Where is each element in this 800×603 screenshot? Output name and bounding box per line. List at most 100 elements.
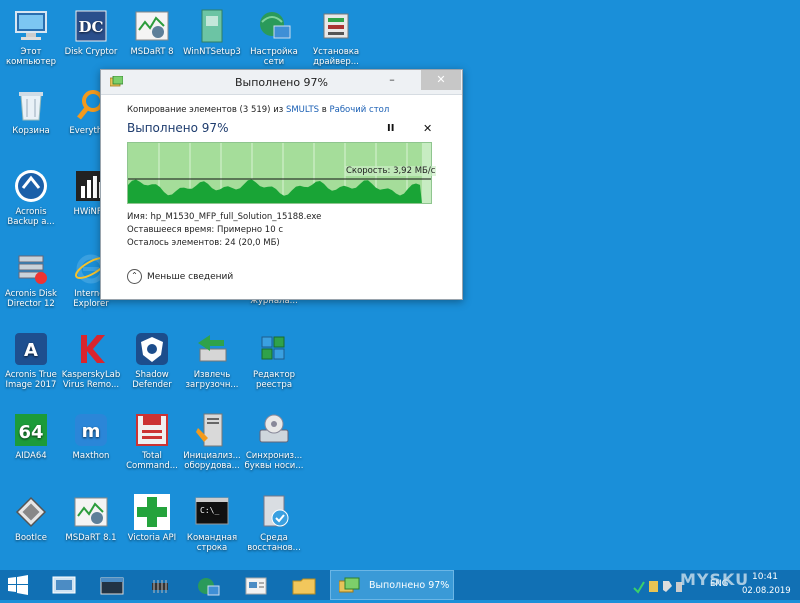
desktop-icon-extract-boot[interactable]: Извлечь загрузочн... [181,331,243,390]
desktop-icon-diskcryptor[interactable]: DC Disk Cryptor [60,8,122,57]
network-globe-icon [256,8,292,44]
desktop-icon-label: Среда восстанов... [247,533,301,553]
desktop-icon-sync-drive-letters[interactable]: Синхрониз... буквы носи... [243,412,305,471]
taskbar-app-1[interactable] [44,572,84,599]
desktop-icon-bootice[interactable]: BootIce [0,494,62,543]
desktop-icon-label: MSDaRT 8.1 [65,533,117,543]
taskbar-app-4[interactable] [188,572,228,599]
stop-button[interactable]: ✕ [423,122,432,135]
desktop-icon-network-settings[interactable]: Настройка сети [243,8,305,67]
document-app-icon [245,577,267,594]
taskbar-app-6[interactable] [284,572,324,599]
disk-director-icon [13,250,49,286]
source-link[interactable]: SMULTS [286,105,319,115]
desktop-icon-label: Установка драйвер... [312,47,360,67]
desktop-icon-acronis-true-image[interactable]: A Acronis True Image 2017 [0,331,62,390]
desktop-icon-shadow-defender[interactable]: Shadow Defender [121,331,183,390]
chip-icon [152,579,168,593]
desktop-icon-acronis-backup[interactable]: Acronis Backup a... [0,168,62,227]
desktop-icon-label: Редактор реестра [252,370,296,390]
desktop-icon-msdart8[interactable]: MSDaRT 8 [121,8,183,57]
monitor-app-icon [52,576,76,593]
pause-button[interactable]: II [387,123,394,134]
desktop-icon-label: Shadow Defender [132,370,172,390]
desktop-icon-recovery-env[interactable]: Среда восстанов... [243,494,305,553]
desktop-icon-init-hardware[interactable]: Инициализ... оборудова... [181,412,243,471]
taskbar-app-3[interactable] [140,572,180,599]
shadow-defender-icon [134,331,170,367]
desktop-icon-aida64[interactable]: 64 AIDA64 [0,412,62,461]
less-details-label: Меньше сведений [147,271,234,282]
desktop-icon-label: Настройка сети [250,47,298,67]
time-label: Оставшееся время: [127,225,215,235]
msdart-icon [134,8,170,44]
desktop-icon-label: Инициализ... оборудова... [183,451,241,471]
desktop-icon-kaspersky[interactable]: KasperskyLab Virus Remo... [60,331,122,390]
command-prompt-icon: C:\_ [194,494,230,530]
speed-label: Скорость: 3,92 МБ/с [345,166,437,176]
info-name-row: Имя: hp_M1530_MFP_full_Solution_15188.ex… [127,212,321,222]
desktop-icon-regedit[interactable]: Редактор реестра [243,331,305,390]
less-details-button[interactable]: ⌃ Меньше сведений [127,269,233,284]
desktop-icon-label: Acronis True Image 2017 [5,370,57,390]
watermark: MYSKU [680,570,750,589]
desktop-icon-label: AIDA64 [15,451,47,461]
dialog-titlebar[interactable]: Выполнено 97% – ✕ [101,70,462,95]
taskbar-app-5[interactable] [236,572,276,599]
bootice-icon [13,494,49,530]
taskbar-app-2[interactable] [92,572,132,599]
tray-icons [632,570,684,600]
windows-logo-icon [8,575,28,595]
desktop-icon-label: Acronis Disk Director 12 [5,289,57,309]
desktop-icon-label: Синхрониз... буквы носи... [244,451,304,471]
time-value: Примерно 10 с [217,225,283,235]
desktop-icon-recycle-bin[interactable]: Корзина [0,87,62,136]
recovery-environment-icon [256,494,292,530]
minimize-button[interactable]: – [379,70,405,90]
chevron-up-icon: ⌃ [127,269,142,284]
clock-date[interactable]: 02.08.2019 [742,586,791,596]
acronis-backup-icon [13,168,49,204]
desktop-icon-victoria[interactable]: Victoria API [121,494,183,543]
name-label: Имя: [127,212,148,222]
maxthon-icon: m [73,412,109,448]
destination-link[interactable]: Рабочий стол [329,105,389,115]
items-label: Осталось элементов: [127,238,223,248]
desktop-icon-label: Этот компьютер [5,47,57,67]
desktop-icon-winntsetup[interactable]: WinNTSetup3 [181,8,243,57]
desktop-icon-total-commander[interactable]: Total Command... [121,412,183,471]
items-value: 24 (20,0 МБ) [224,238,280,248]
diskcryptor-icon: DC [73,8,109,44]
desktop-icon-acronis-disk-director[interactable]: Acronis Disk Director 12 [0,250,62,309]
desktop-icon-label: Disk Cryptor [64,47,118,57]
floppy-icon [134,412,170,448]
taskbar-active-task[interactable]: Выполнено 97% [330,570,454,600]
msdart-icon [73,494,109,530]
network-globe-icon [198,577,220,595]
window-app-icon [100,577,124,594]
desktop-icon-maxthon[interactable]: m Maxthon [60,412,122,461]
aida64-icon: 64 [13,412,49,448]
tray-status-icons [633,581,682,594]
hardware-icon [194,412,230,448]
desktop-icon-label: Total Command... [126,451,178,471]
desktop-icon-label: Командная строка [186,533,238,553]
desktop-icon-driver-install[interactable]: Установка драйвер... [305,8,367,67]
name-value: hp_M1530_MFP_full_Solution_15188.exe [150,212,322,222]
recycle-bin-icon [13,87,49,123]
clock-time[interactable]: 10:41 [752,572,778,582]
desktop-icon-label: Victoria API [127,533,177,543]
desktop-icon-label: MSDaRT 8 [130,47,174,57]
desktop-icon-cmd[interactable]: C:\_ Командная строка [181,494,243,553]
desktop-icon-this-computer[interactable]: Этот компьютер [0,8,62,67]
close-button[interactable]: ✕ [421,70,461,90]
start-button[interactable] [7,575,29,595]
desktop-icon-label: Maxthon [72,451,110,461]
desktop-icon-msdart81[interactable]: MSDaRT 8.1 [60,494,122,543]
driver-install-icon [318,8,354,44]
desktop-icon-label: Корзина [12,126,50,136]
svg-text:C:\_: C:\_ [200,506,219,515]
desktop-icon-label: KasperskyLab Virus Remo... [61,370,121,390]
copy-prefix: Копирование элементов (3 519) из [127,105,286,115]
desktop-icon-label: Acronis Backup a... [7,207,55,227]
